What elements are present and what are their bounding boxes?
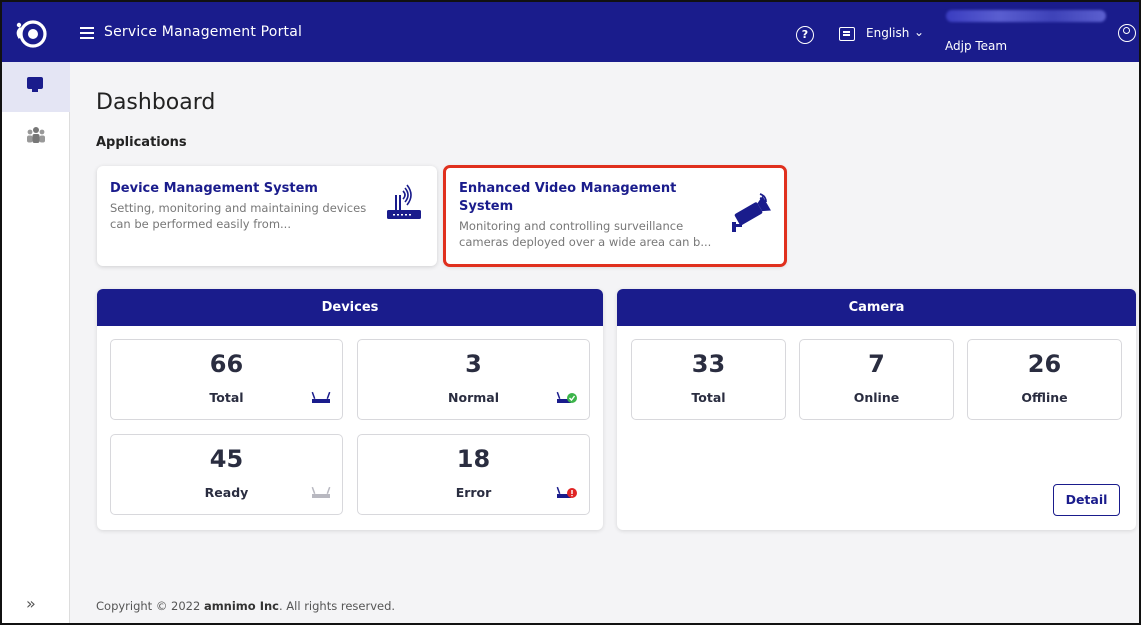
help-icon[interactable]: ? [796, 26, 814, 44]
menu-icon[interactable] [80, 27, 94, 39]
stat-devices-ready[interactable]: 45 Ready [110, 434, 343, 515]
stat-label: Offline [1021, 390, 1068, 405]
devices-panel: Devices 66 Total 3 Normal 45 Ready 18 Er… [97, 289, 603, 530]
stat-label: Total [209, 390, 244, 405]
copyright-prefix: Copyright © 2022 [96, 599, 204, 613]
device-normal-icon [556, 391, 577, 403]
app-frame: Service Management Portal ? English ⌄ Ad… [0, 0, 1141, 625]
app-description: Monitoring and controlling surveillance … [459, 219, 712, 249]
user-team: Adjp Team [945, 39, 1008, 53]
copyright-suffix: . All rights reserved. [278, 599, 396, 613]
users-icon [27, 127, 45, 143]
expand-sidebar-icon[interactable]: » [26, 594, 36, 613]
applications-heading: Applications [96, 135, 187, 150]
stat-label: Error [455, 485, 492, 500]
user-email-redacted [946, 10, 1106, 22]
device-error-icon [556, 486, 577, 498]
surveillance-camera-icon [732, 193, 771, 232]
stat-devices-total[interactable]: 66 Total [110, 339, 343, 420]
app-name: Enhanced Video Management System [459, 181, 677, 214]
company-name: amnimo Inc [203, 599, 279, 613]
page-title: Dashboard [96, 90, 216, 115]
stat-label: Normal [448, 390, 499, 405]
stat-value: 33 [691, 350, 726, 378]
app-name: Device Management System [110, 181, 318, 196]
stat-label: Online [853, 390, 900, 405]
stat-value: 18 [456, 445, 491, 473]
language-icon[interactable] [839, 27, 855, 41]
monitor-icon [27, 77, 43, 92]
device-icon [311, 391, 331, 403]
portal-title: Service Management Portal [104, 24, 303, 40]
device-ready-icon [311, 486, 331, 498]
stat-value: 45 [209, 445, 244, 473]
stat-devices-error[interactable]: 18 Error [357, 434, 590, 515]
stat-value: 7 [868, 350, 885, 378]
camera-panel-title: Camera [617, 289, 1136, 326]
router-icon [387, 184, 421, 219]
stat-label: Total [691, 390, 726, 405]
sidebar-item-dashboard[interactable] [2, 62, 70, 112]
stat-camera-online[interactable]: 7 Online [799, 339, 954, 420]
app-description: Setting, monitoring and maintaining devi… [110, 201, 367, 231]
copyright-footer: Copyright © 2022 amnimo Inc. All rights … [96, 599, 395, 613]
amnimo-logo-icon[interactable] [12, 14, 50, 52]
stat-devices-normal[interactable]: 3 Normal [357, 339, 590, 420]
stat-label: Ready [204, 485, 249, 500]
stat-value: 66 [209, 350, 244, 378]
stat-value: 26 [1027, 350, 1062, 378]
sidebar: » [2, 62, 70, 623]
camera-detail-button[interactable]: Detail [1053, 484, 1120, 516]
devices-panel-title: Devices [97, 289, 603, 326]
chevron-down-icon[interactable]: ⌄ [914, 25, 924, 39]
language-selector[interactable]: English [866, 26, 909, 40]
stat-camera-total[interactable]: 33 Total [631, 339, 786, 420]
sidebar-item-users[interactable] [26, 126, 46, 144]
user-account-icon[interactable] [1118, 24, 1136, 42]
top-header: Service Management Portal ? English ⌄ Ad… [2, 2, 1139, 62]
stat-value: 3 [465, 350, 482, 378]
stat-camera-offline[interactable]: 26 Offline [967, 339, 1122, 420]
